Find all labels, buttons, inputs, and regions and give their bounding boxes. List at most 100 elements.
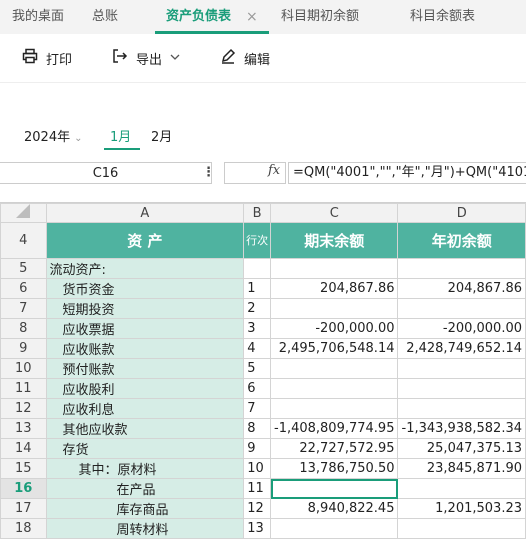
cell-b[interactable]: 3 [243, 318, 271, 339]
month-tab-1[interactable]: 1月 [110, 126, 131, 145]
print-button[interactable]: 打印 [22, 46, 72, 70]
row-header[interactable]: 10 [0, 358, 47, 379]
cell-c[interactable] [269, 378, 399, 399]
row-header[interactable]: 7 [0, 298, 47, 319]
row-header[interactable]: 17 [0, 498, 47, 519]
cell-b[interactable]: 5 [243, 358, 271, 379]
row-header[interactable]: 8 [0, 318, 47, 339]
cell-b[interactable]: 4 [243, 338, 271, 359]
cell-c[interactable]: 8,940,822.45 [269, 498, 399, 519]
cell-a[interactable]: 流动资产: [45, 258, 245, 279]
cell-a[interactable]: 应收账款 [45, 338, 245, 359]
cell-d[interactable] [397, 258, 526, 279]
cell-b[interactable]: 2 [243, 298, 271, 319]
col-header-c[interactable]: C [269, 203, 399, 223]
column-header-row: A B C D [0, 203, 526, 223]
header-opening-balance[interactable]: 年初余额 [397, 222, 526, 259]
row-header[interactable]: 18 [0, 518, 47, 539]
cell-b[interactable]: 1 [243, 278, 271, 299]
cell-c[interactable] [269, 258, 399, 279]
cell-d[interactable]: 204,867.86 [397, 278, 526, 299]
header-ending-balance[interactable]: 期末余额 [269, 222, 399, 259]
row-header[interactable]: 4 [0, 222, 47, 259]
col-header-b[interactable]: B [243, 203, 271, 223]
cell-d[interactable] [397, 478, 526, 499]
cell-d[interactable]: 23,845,871.90 [397, 458, 526, 479]
cell-d[interactable]: 1,201,503.23 [397, 498, 526, 519]
cell-b[interactable] [243, 258, 271, 279]
cell-d[interactable] [397, 358, 526, 379]
cell-a[interactable]: 周转材料 [45, 518, 245, 539]
tab-account-balance[interactable]: 科目余额表 [410, 0, 475, 34]
cell-a[interactable]: 应收股利 [45, 378, 245, 399]
cell-c[interactable]: -200,000.00 [269, 318, 399, 339]
close-tab-icon[interactable]: × [246, 0, 258, 34]
cell-b[interactable]: 7 [243, 398, 271, 419]
cell-a[interactable]: 应收票据 [45, 318, 245, 339]
cell-b[interactable]: 10 [243, 458, 271, 479]
cell-a[interactable]: 库存商品 [45, 498, 245, 519]
formula-input[interactable]: =QM("4001","","年","月")+QM("4101", [288, 162, 526, 184]
cell-c[interactable]: 204,867.86 [269, 278, 399, 299]
cell-a[interactable]: 货币资金 [45, 278, 245, 299]
function-icon[interactable]: fx [268, 163, 280, 178]
col-header-a[interactable]: A [45, 203, 245, 223]
edit-label: 编辑 [244, 52, 271, 68]
cell-b[interactable]: 11 [243, 478, 271, 499]
more-icon[interactable]: ⋮ [202, 162, 215, 184]
export-button[interactable]: 导出 [112, 46, 180, 70]
row-header[interactable]: 11 [0, 378, 47, 399]
month-tab-2[interactable]: 2月 [151, 126, 172, 145]
table-row: 18 周转材料 13 [0, 518, 526, 539]
cell-c[interactable] [269, 398, 399, 419]
row-header[interactable]: 16 [0, 478, 47, 499]
cell-d[interactable] [397, 378, 526, 399]
cell-b[interactable]: 12 [243, 498, 271, 519]
cell-a[interactable]: 应收利息 [45, 398, 245, 419]
tab-opening-balance[interactable]: 科目期初余额 [281, 0, 359, 34]
cell-b[interactable]: 13 [243, 518, 271, 539]
tab-balance-sheet[interactable]: 资产负债表 [166, 0, 231, 34]
row-header[interactable]: 6 [0, 278, 47, 299]
cell-a[interactable]: 在产品 [45, 478, 245, 499]
cell-c[interactable]: -1,408,809,774.95 [269, 418, 399, 439]
col-header-d[interactable]: D [397, 203, 526, 223]
header-assets[interactable]: 资 产 [45, 222, 245, 259]
cell-d[interactable] [397, 518, 526, 539]
cell-name-box[interactable]: C16 [0, 162, 212, 184]
cell-c[interactable] [269, 478, 399, 499]
tab-general-ledger[interactable]: 总账 [92, 0, 118, 34]
cell-b[interactable]: 6 [243, 378, 271, 399]
year-select[interactable]: 2024年 ⌄ [24, 126, 82, 145]
row-header[interactable]: 13 [0, 418, 47, 439]
row-header[interactable]: 5 [0, 258, 47, 279]
cell-d[interactable]: -200,000.00 [397, 318, 526, 339]
tab-my-desktop[interactable]: 我的桌面 [12, 0, 64, 34]
cell-a[interactable]: 其中：原材料 [45, 458, 245, 479]
cell-c[interactable] [269, 518, 399, 539]
cell-c[interactable] [269, 358, 399, 379]
cell-c[interactable] [269, 298, 399, 319]
cell-d[interactable]: -1,343,938,582.34 [397, 418, 526, 439]
select-all-corner[interactable] [0, 203, 47, 223]
cell-d[interactable]: 25,047,375.13 [397, 438, 526, 459]
cell-b[interactable]: 9 [243, 438, 271, 459]
row-header[interactable]: 14 [0, 438, 47, 459]
cell-d[interactable] [397, 298, 526, 319]
row-header[interactable]: 12 [0, 398, 47, 419]
cell-a[interactable]: 预付账款 [45, 358, 245, 379]
cell-c[interactable]: 13,786,750.50 [269, 458, 399, 479]
cell-d[interactable]: 2,428,749,652.14 [397, 338, 526, 359]
cell-c[interactable]: 2,495,706,548.14 [269, 338, 399, 359]
cell-b[interactable]: 8 [243, 418, 271, 439]
cell-d[interactable] [397, 398, 526, 419]
edit-button[interactable]: 编辑 [220, 46, 270, 70]
row-header[interactable]: 15 [0, 458, 47, 479]
cell-a[interactable]: 其他应收款 [45, 418, 245, 439]
cell-a[interactable]: 短期投资 [45, 298, 245, 319]
row-header[interactable]: 9 [0, 338, 47, 359]
cell-a[interactable]: 存货 [45, 438, 245, 459]
printer-icon [22, 48, 38, 68]
header-line-no[interactable]: 行次 [243, 222, 271, 259]
cell-c[interactable]: 22,727,572.95 [269, 438, 399, 459]
